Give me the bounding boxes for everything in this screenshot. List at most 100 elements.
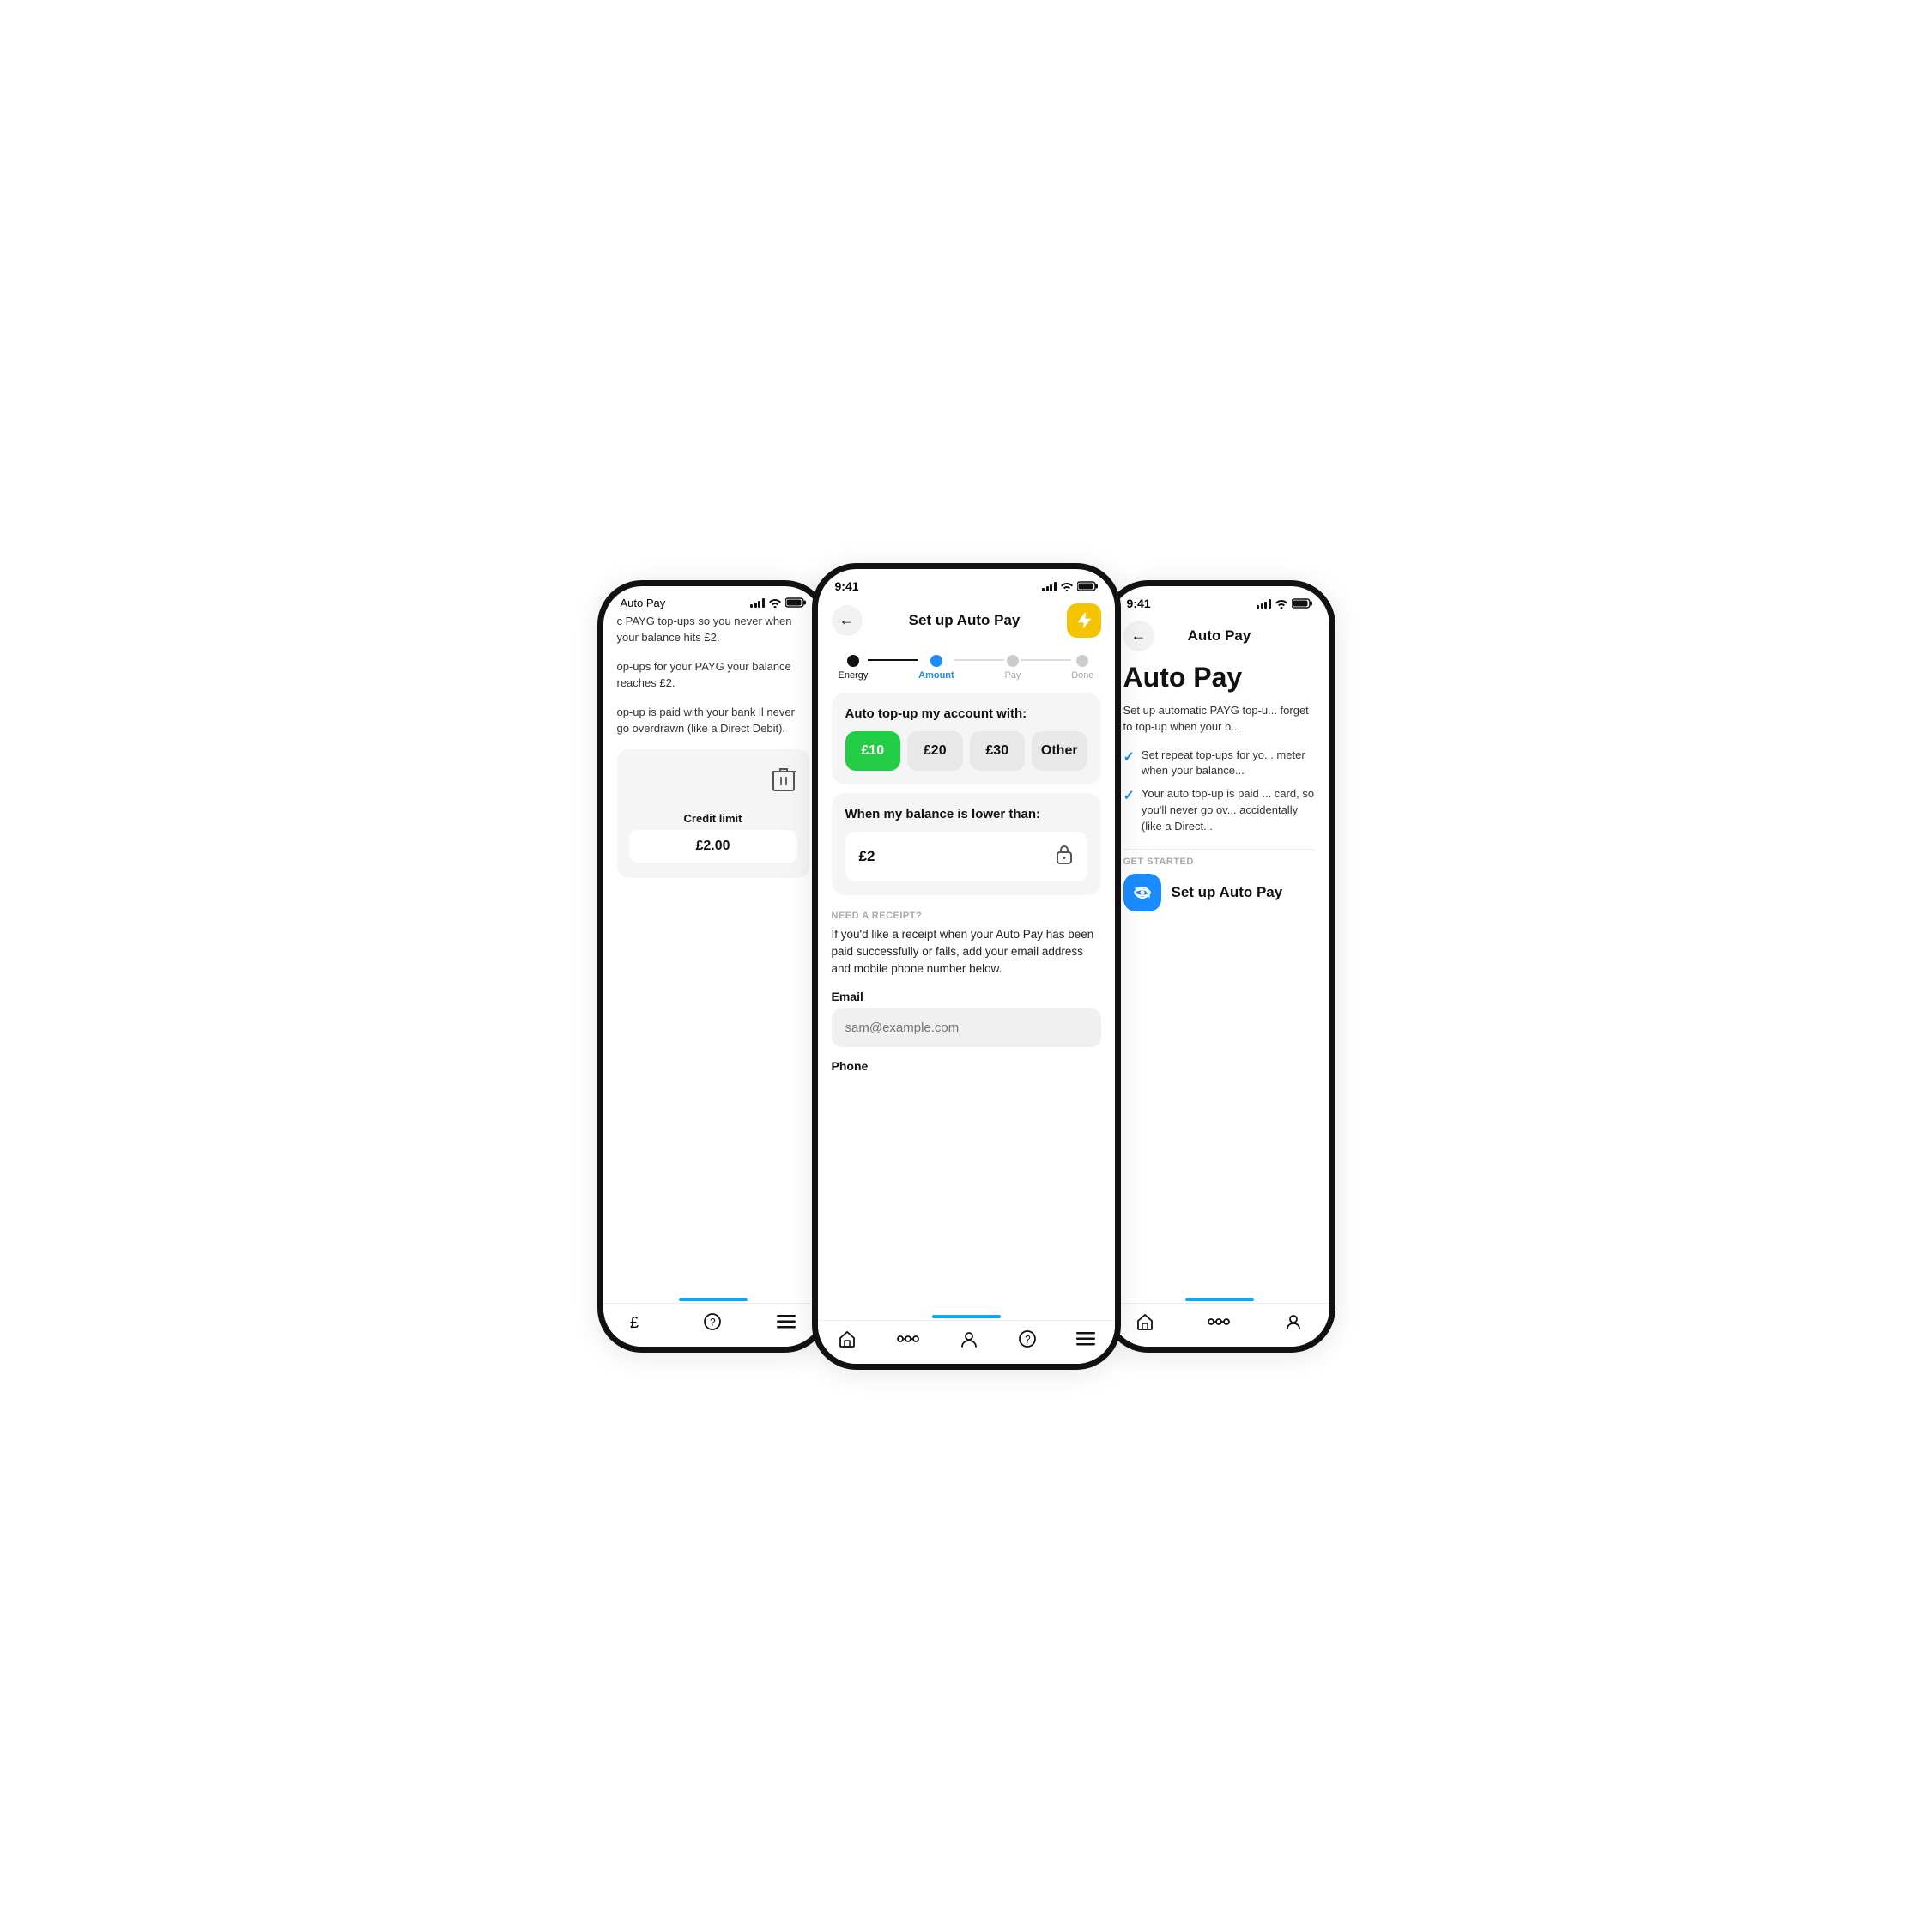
signal-icon3 [1257,598,1271,609]
battery-icon [785,597,806,608]
right-nav-header: ← Auto Pay [1110,614,1329,658]
get-started-label: GET STARTED [1123,849,1316,867]
stepper: Energy Amount Pay Done [818,645,1115,684]
left-content: c PAYG top-ups so you never when your ba… [603,613,823,1298]
left-phone: Auto Pay c PAYG top-ups so you never whe… [597,580,829,1353]
check-icon-1: ✓ [1123,748,1135,766]
step-energy-dot [847,655,859,667]
email-label: Email [832,990,1101,1003]
amount-20-btn[interactable]: £20 [907,731,963,771]
left-body-1: c PAYG top-ups so you never when your ba… [617,613,809,646]
svg-text:?: ? [710,1316,716,1328]
left-body-3: op-up is paid with your bank ll never go… [617,704,809,737]
setup-autopay-button[interactable]: Set up Auto Pay [1123,874,1283,911]
check-item-2: ✓ Your auto top-up is paid ... card, so … [1123,786,1316,835]
center-nav-help[interactable]: ? [1018,1329,1037,1348]
left-status-icons [750,597,806,608]
signal-icon2 [1042,581,1057,591]
bottom-nav-payment[interactable]: £ [630,1312,649,1331]
step-energy-label: Energy [839,670,869,681]
right-bottom-nav [1110,1303,1329,1347]
credit-card: Credit limit £2.00 [617,749,809,878]
right-tab-indicator [1185,1298,1254,1301]
amount-card: Auto top-up my account with: £10 £20 £30… [832,693,1101,784]
center-nav-home[interactable] [838,1329,857,1348]
email-input[interactable] [832,1008,1101,1047]
balance-input-row: £2 [845,832,1087,881]
bottom-nav-menu[interactable] [777,1315,796,1329]
stepper-line-3 [1021,659,1071,661]
check-icon-2: ✓ [1123,787,1135,804]
battery-icon2 [1077,581,1098,591]
receipt-label: NEED A RECEIPT? [832,911,1101,921]
signal-icon [750,597,765,608]
center-nav-account[interactable] [960,1329,978,1348]
credit-limit-value: £2.00 [629,830,797,863]
amount-options: £10 £20 £30 Other [845,731,1087,771]
check-text-2: Your auto top-up is paid ... card, so yo… [1142,786,1316,835]
step-done: Done [1071,655,1093,681]
left-status-bar: Auto Pay [603,586,823,613]
left-bottom-nav: £ ? [603,1303,823,1347]
setup-btn-text: Set up Auto Pay [1172,884,1283,901]
amount-10-btn[interactable]: £10 [845,731,901,771]
setup-btn-icon [1123,874,1161,911]
scene: Auto Pay c PAYG top-ups so you never whe… [512,512,1421,1421]
amount-30-btn[interactable]: £30 [970,731,1026,771]
center-status-icons [1042,581,1098,591]
phone-label: Phone [832,1059,1101,1073]
wifi-icon3 [1275,598,1288,609]
stepper-line-1 [868,659,918,661]
receipt-section: NEED A RECEIPT? If you'd like a receipt … [818,904,1115,1074]
step-done-dot [1076,655,1088,667]
right-time: 9:41 [1127,597,1151,610]
svg-text:?: ? [1025,1333,1031,1345]
step-amount-label: Amount [918,670,954,681]
back-button[interactable]: ← [832,605,863,636]
autopay-big-title: Auto Pay [1123,662,1316,693]
step-energy: Energy [839,655,869,681]
right-back-button[interactable]: ← [1123,621,1154,651]
left-body-2: op-ups for your PAYG your balance reache… [617,658,809,692]
check-text-1: Set repeat top-ups for yo... meter when … [1142,748,1316,780]
right-status-icons [1257,598,1312,609]
credit-limit-label: Credit limit [629,812,797,825]
left-tab-indicator [679,1298,748,1301]
right-content: Auto Pay Set up automatic PAYG top-u... … [1110,658,1329,1298]
wifi-icon [768,597,782,608]
center-nav-network[interactable] [896,1331,920,1347]
center-nav-header: ← Set up Auto Pay [818,597,1115,645]
step-amount-dot [930,655,942,667]
right-nav-home[interactable] [1136,1312,1154,1331]
trash-icon[interactable] [770,765,797,800]
center-tab-indicator [932,1315,1001,1318]
center-bottom-nav: ? [818,1320,1115,1364]
lightning-button[interactable] [1067,603,1101,638]
center-status-bar: 9:41 [818,569,1115,597]
wifi-icon2 [1060,581,1074,591]
step-pay-dot [1007,655,1019,667]
center-scroll-content: Auto top-up my account with: £10 £20 £30… [818,684,1115,1315]
center-nav-menu[interactable] [1076,1332,1095,1346]
svg-text:£: £ [630,1314,639,1331]
balance-card: When my balance is lower than: £2 [832,793,1101,895]
amount-card-title: Auto top-up my account with: [845,706,1087,721]
balance-value: £2 [859,848,1055,865]
right-nav-title: Auto Pay [1188,627,1251,645]
stepper-line-2 [954,659,1005,661]
bottom-nav-help[interactable]: ? [703,1312,722,1331]
receipt-text: If you'd like a receipt when your Auto P… [832,926,1101,978]
right-nav-network[interactable] [1207,1314,1231,1329]
step-done-label: Done [1071,670,1093,681]
balance-card-title: When my balance is lower than: [845,807,1087,821]
step-pay-label: Pay [1004,670,1021,681]
amount-other-btn[interactable]: Other [1032,731,1087,771]
autopay-desc: Set up automatic PAYG top-u... forget to… [1123,702,1316,736]
step-amount: Amount [918,655,954,681]
check-item-1: ✓ Set repeat top-ups for yo... meter whe… [1123,748,1316,780]
right-nav-account[interactable] [1284,1312,1303,1331]
center-time: 9:41 [835,579,859,593]
battery-icon3 [1292,598,1312,609]
center-phone: 9:41 ← Set up Auto Pay [812,563,1121,1370]
left-status-title: Auto Pay [621,597,666,609]
